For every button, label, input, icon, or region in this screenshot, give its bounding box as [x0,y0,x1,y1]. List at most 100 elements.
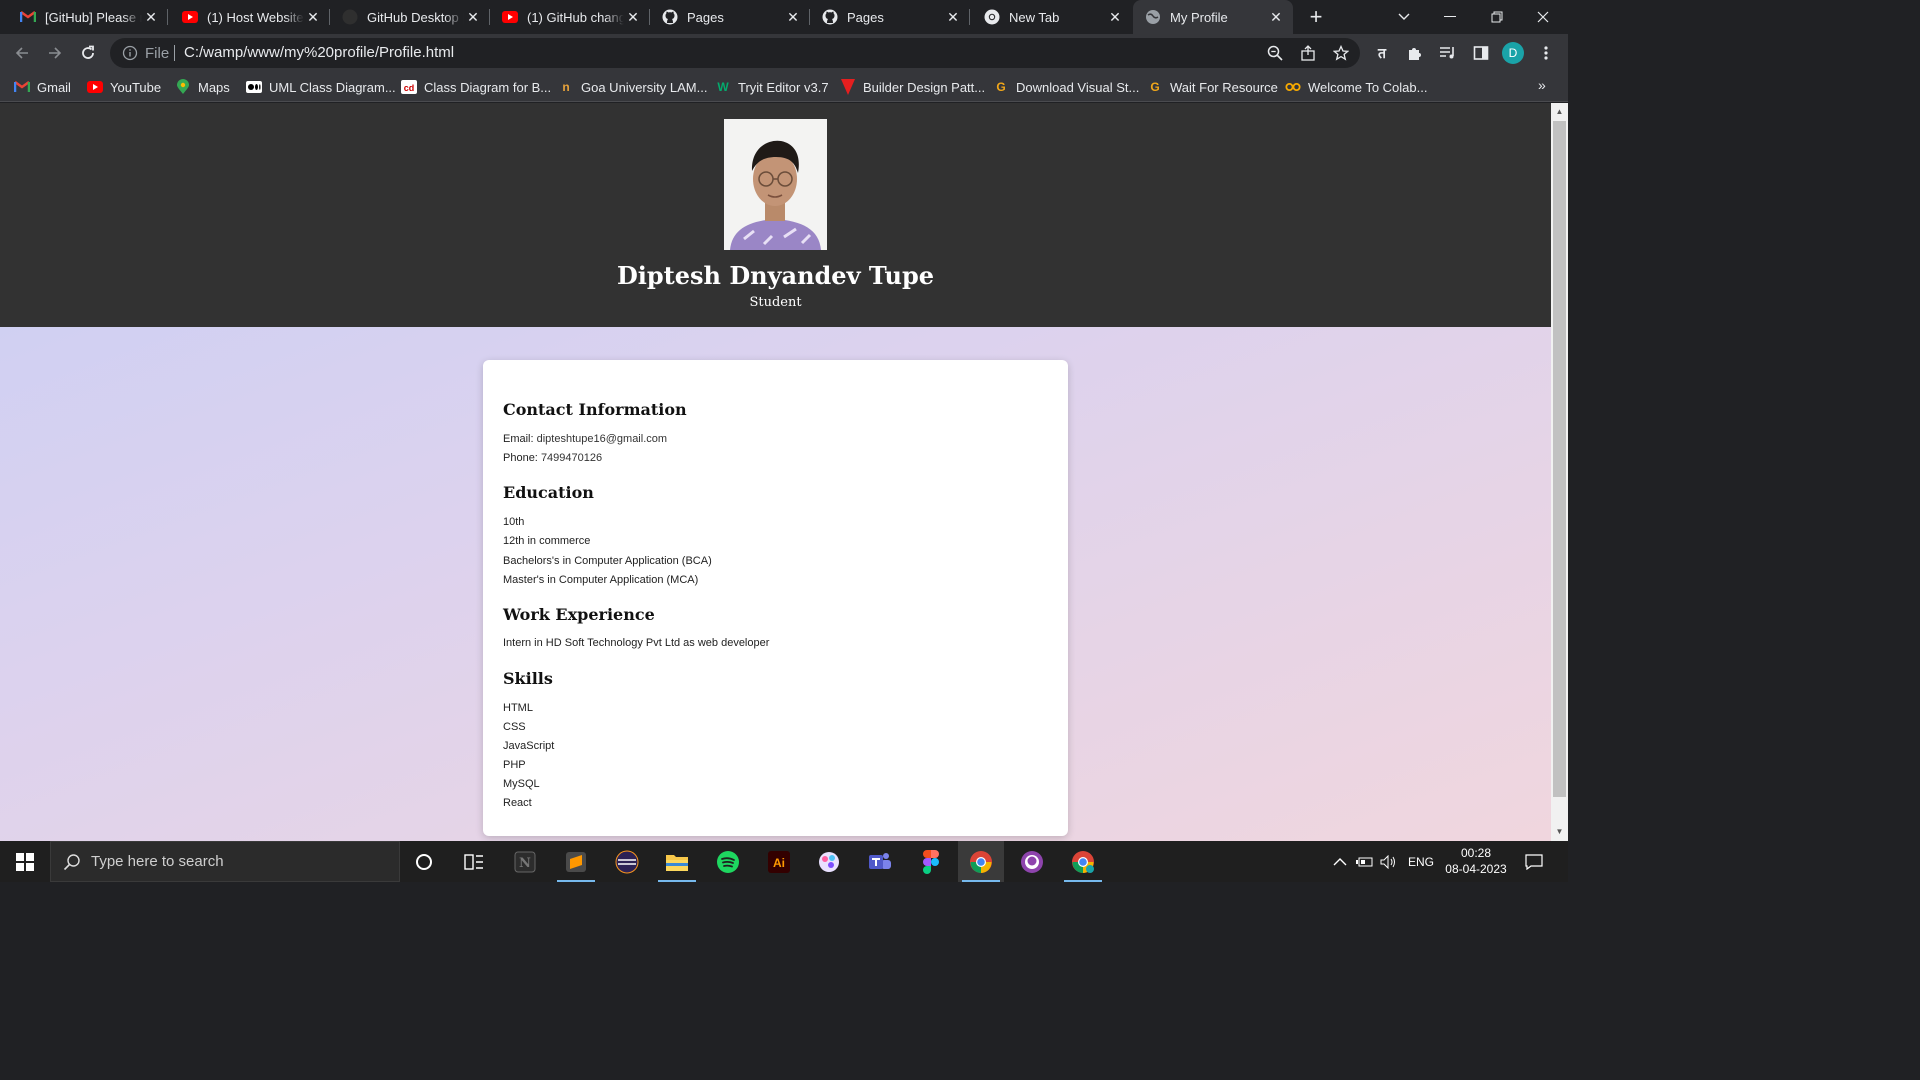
tutorialspoint-icon [840,79,856,95]
lamp-icon: n [562,80,570,94]
url-text[interactable]: C:/wamp/www/my%20profile/Profile.html [184,44,454,61]
taskbar-search-box[interactable]: Type here to search [50,841,400,882]
education-item: 10th [503,516,525,528]
bookmark-download-visual-studio[interactable]: G Download Visual St... [993,78,1139,96]
figma-icon[interactable] [908,841,954,882]
bookmark-uml-class-diagram[interactable]: UML Class Diagram... [246,78,396,96]
system-clock[interactable]: 00:28 08-04-2023 [1440,845,1512,877]
share-icon[interactable] [1297,42,1319,64]
paint-icon[interactable] [806,841,852,882]
youtube-icon [87,79,103,95]
bookmark-tryit-editor[interactable]: W Tryit Editor v3.7 [715,78,828,96]
skill-item: JavaScript [503,740,555,752]
media-queue-icon[interactable] [1434,39,1462,67]
illustrator-icon[interactable]: Ai [756,841,802,882]
close-tab-icon[interactable]: ✕ [142,8,160,26]
teams-icon[interactable] [857,841,903,882]
bookmark-youtube[interactable]: YouTube [87,78,161,96]
bookmarks-overflow-button[interactable]: » [1538,77,1546,93]
tab-title: Pages [687,9,724,25]
close-tab-icon[interactable]: ✕ [784,8,802,26]
file-explorer-icon[interactable] [654,841,700,882]
search-placeholder: Type here to search [91,853,224,870]
eclipse-icon[interactable] [604,841,650,882]
close-tab-icon[interactable]: ✕ [1267,8,1285,26]
tab-youtube-host[interactable]: (1) Host Website ✕ [170,0,330,34]
forward-button[interactable] [41,39,69,67]
scroll-up-arrow-icon[interactable]: ▲ [1551,105,1568,119]
side-panel-icon[interactable] [1467,39,1495,67]
tab-my-profile[interactable]: My Profile ✕ [1133,0,1293,34]
phone-value: 7499470126 [540,452,603,464]
contact-phone: Phone: 7499470126 [503,452,602,464]
spotify-icon[interactable] [705,841,751,882]
minimize-button[interactable] [1427,0,1473,34]
bookmark-wait-for-resource[interactable]: G Wait For Resource [1147,78,1278,96]
chrome-icon[interactable] [958,841,1004,882]
translate-icon[interactable]: त [1368,39,1396,67]
colab-icon [1285,79,1301,95]
battery-icon[interactable] [1356,841,1374,882]
bookmark-colab[interactable]: Welcome To Colab... [1285,78,1427,96]
profile-avatar[interactable]: D [1502,42,1524,64]
bookmark-maps[interactable]: Maps [175,78,230,96]
close-tab-icon[interactable]: ✕ [464,8,482,26]
page-scrollbar[interactable]: ▲ ▼ [1551,103,1568,841]
sublime-icon[interactable] [553,841,599,882]
close-tab-icon[interactable]: ✕ [1106,8,1124,26]
gmail-icon [20,9,36,25]
close-tab-icon[interactable]: ✕ [944,8,962,26]
start-button[interactable] [0,841,50,882]
language-indicator[interactable]: ENG [1408,841,1434,882]
skill-item: React [503,797,532,809]
tab-search-chevron-icon[interactable] [1381,0,1427,34]
show-hidden-icons-button[interactable] [1333,841,1347,882]
tab-pages-2[interactable]: Pages ✕ [810,0,970,34]
zoom-icon[interactable] [1264,42,1286,64]
tab-title: (1) GitHub change [527,9,624,25]
close-tab-icon[interactable]: ✕ [304,8,322,26]
restore-button[interactable] [1474,0,1520,34]
chrome-profile-icon[interactable] [1060,841,1106,882]
youtube-icon [182,9,198,25]
github-icon [662,9,678,25]
bookmark-gmail[interactable]: Gmail [14,78,71,96]
back-button[interactable] [8,39,36,67]
bookmark-goa-university[interactable]: n Goa University LAM... [558,78,707,96]
notion-icon[interactable]: N [502,841,548,882]
chrome-icon [984,9,1000,25]
tab-github-desktop[interactable]: GitHub Desktop | ✕ [330,0,490,34]
cortana-icon[interactable] [401,841,447,882]
scrollbar-thumb[interactable] [1553,121,1566,797]
work-item: Intern in HD Soft Technology Pvt Ltd as … [503,637,770,649]
tab-strip: [GitHub] Please re ✕ (1) Host Website ✕ … [0,0,1568,34]
volume-icon[interactable] [1380,841,1398,882]
tab-youtube-github[interactable]: (1) GitHub change ✕ [490,0,650,34]
tab-pages-1[interactable]: Pages ✕ [650,0,810,34]
github-desktop-icon[interactable] [1009,841,1055,882]
info-icon[interactable] [122,45,138,61]
github-icon [822,9,838,25]
notifications-icon[interactable] [1525,841,1543,882]
bookmarks-bar: Gmail YouTube Maps UML Class Diagram... … [0,72,1568,102]
bookmark-builder-design[interactable]: Builder Design Patt... [840,78,985,96]
cd-icon: cd [401,79,417,95]
menu-kebab-icon[interactable] [1532,39,1560,67]
task-view-icon[interactable] [451,841,497,882]
bookmark-class-diagram[interactable]: cd Class Diagram for B... [401,78,551,96]
address-bar[interactable]: File C:/wamp/www/my%20profile/Profile.ht… [110,38,1360,68]
extensions-puzzle-icon[interactable] [1401,39,1429,67]
reload-button[interactable] [74,39,102,67]
tab-title: GitHub Desktop | [367,9,464,25]
scroll-down-arrow-icon[interactable]: ▼ [1551,825,1568,839]
tab-gmail[interactable]: [GitHub] Please re ✕ [8,0,168,34]
skill-item: HTML [503,702,533,714]
close-window-button[interactable] [1520,0,1566,34]
tab-new-tab[interactable]: New Tab ✕ [972,0,1132,34]
clock-date: 08-04-2023 [1445,862,1507,876]
bookmark-star-icon[interactable] [1330,42,1352,64]
new-tab-button[interactable]: + [1304,5,1328,29]
close-tab-icon[interactable]: ✕ [624,8,642,26]
tab-title: New Tab [1009,9,1060,25]
search-icon [63,853,81,871]
